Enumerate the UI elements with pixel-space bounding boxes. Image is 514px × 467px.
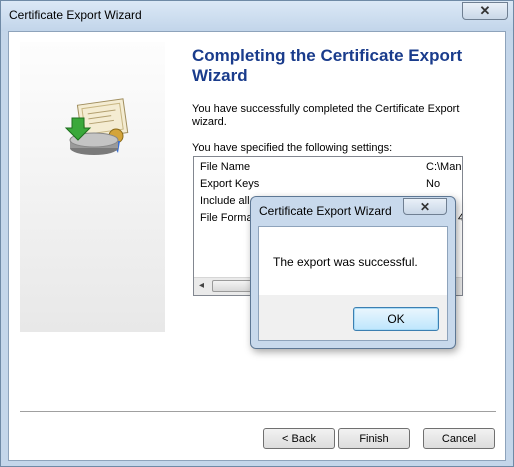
window-close-button[interactable]: ✕: [462, 2, 508, 20]
setting-value: 4: [458, 212, 462, 224]
wizard-side-panel: [20, 42, 165, 332]
dialog-close-button[interactable]: ✕: [403, 198, 447, 215]
certificate-export-icon: [64, 98, 129, 155]
scroll-left-icon[interactable]: ◂: [199, 280, 204, 291]
setting-value: C:\Man: [426, 161, 462, 173]
finish-button[interactable]: Finish: [338, 428, 410, 449]
dialog-body: The export was successful. OK: [258, 226, 448, 341]
footer-divider-highlight: [20, 412, 496, 413]
ok-button[interactable]: OK: [353, 307, 439, 331]
setting-name: Include all: [200, 195, 250, 207]
setting-name: File Forma: [200, 212, 253, 224]
page-title: Completing the Certificate Export Wizard: [192, 46, 463, 85]
dialog-message: The export was successful.: [273, 255, 418, 269]
export-success-dialog: Certificate Export Wizard ✕ The export w…: [250, 196, 456, 349]
dialog-message-area: The export was successful.: [259, 227, 447, 295]
title-bar[interactable]: Certificate Export Wizard ✕: [1, 1, 513, 31]
setting-name: File Name: [200, 161, 251, 173]
setting-name: Export Keys: [200, 178, 260, 190]
completion-text: You have successfully completed the Cert…: [192, 103, 460, 128]
settings-label: You have specified the following setting…: [192, 142, 393, 154]
setting-value: No: [426, 178, 441, 190]
back-button[interactable]: < Back: [263, 428, 335, 449]
window-title: Certificate Export Wizard: [9, 8, 142, 22]
close-icon: ✕: [419, 199, 431, 214]
dialog-title: Certificate Export Wizard: [259, 204, 392, 218]
cancel-button[interactable]: Cancel: [423, 428, 495, 449]
close-icon: ✕: [479, 3, 491, 18]
